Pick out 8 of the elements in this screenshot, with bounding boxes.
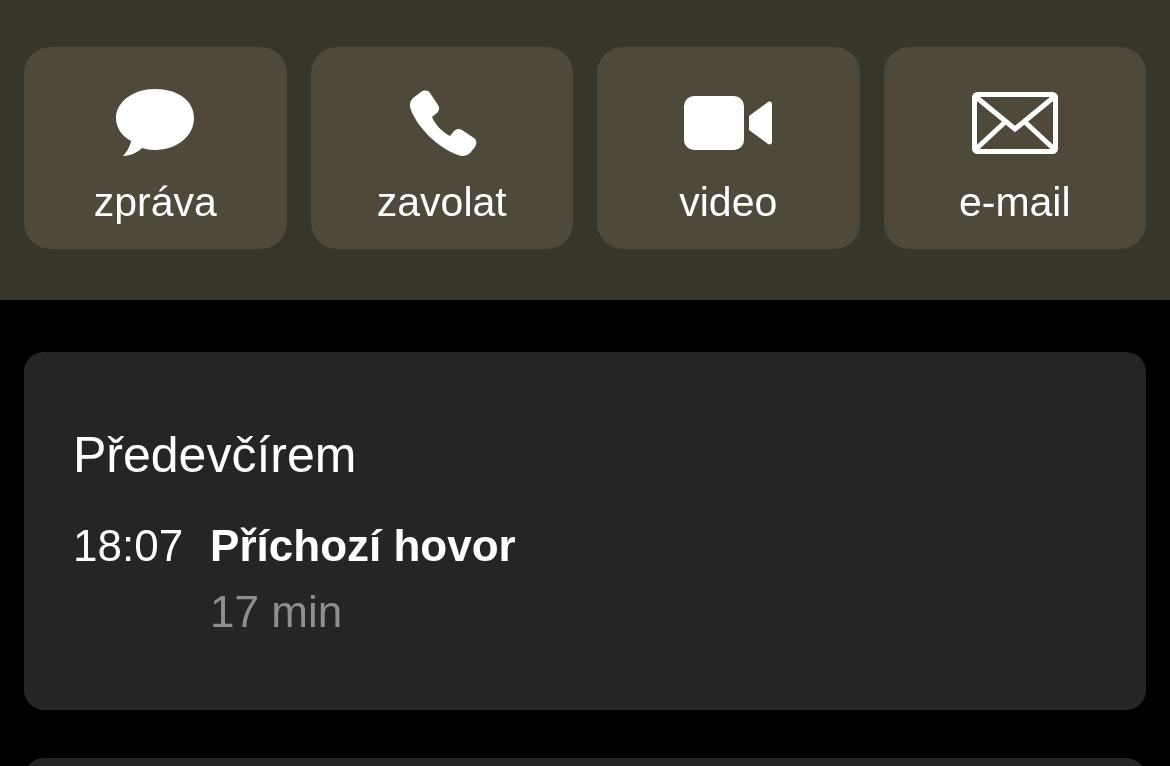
call-type: Příchozí hovor	[210, 522, 516, 571]
day-heading: Předevčírem	[73, 430, 358, 480]
call-time: 18:07	[73, 522, 184, 572]
video-button[interactable]: video	[597, 47, 860, 249]
call-duration: 17 min	[210, 588, 344, 637]
message-button[interactable]: zpráva	[24, 47, 287, 249]
mail-button[interactable]: e-mail	[883, 47, 1146, 249]
call-button[interactable]: zavolat	[310, 47, 573, 249]
